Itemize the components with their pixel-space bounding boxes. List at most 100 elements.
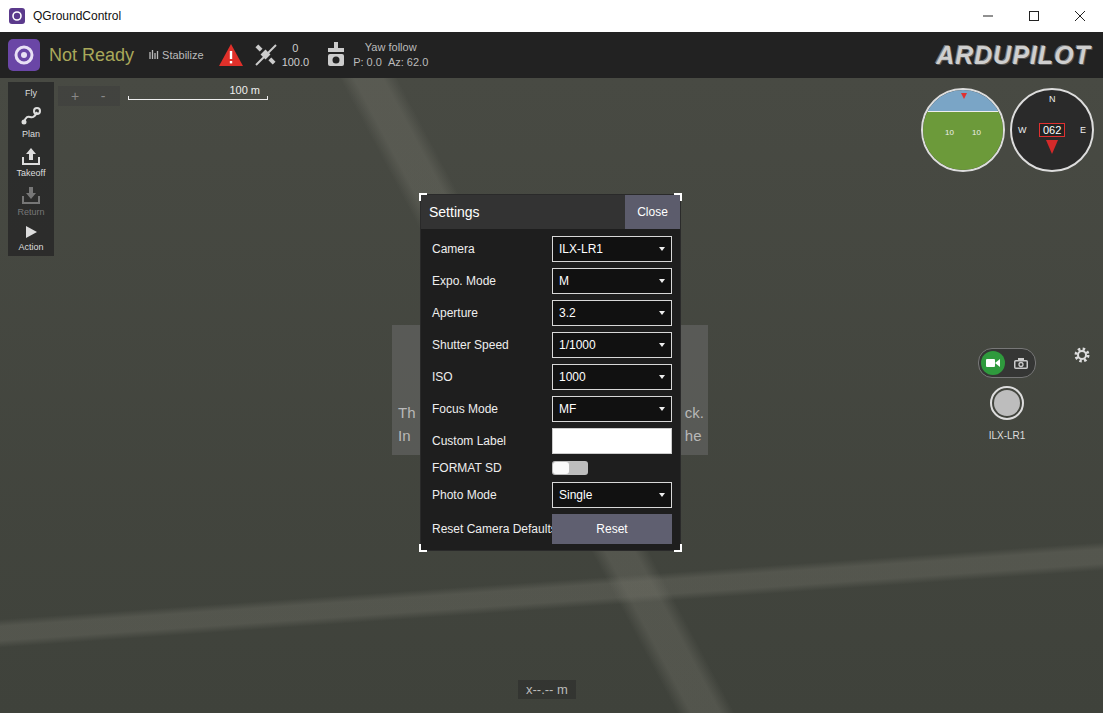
setting-row: Photo Mode Single [432,479,672,511]
vehicle-status[interactable]: Not Ready [49,45,134,66]
plan-icon [20,106,42,126]
tool-label: Action [18,242,43,252]
tool-label: Fly [25,88,37,98]
setting-label: Focus Mode [432,402,552,416]
setting-dropdown[interactable]: ILX-LR1 [552,236,672,262]
tool-button[interactable]: Takeoff [17,147,46,178]
close-window-button[interactable] [1057,0,1103,32]
setting-dropdown[interactable]: 1/1000 [552,332,672,358]
pitch-tick: 10 [972,128,981,170]
flight-mode[interactable]: Stabilize [149,49,204,61]
scale-bar [128,96,268,100]
camera-mode[interactable] [981,351,1005,375]
satellite-count: 0 [292,41,298,55]
dropdown-value: Single [559,488,659,502]
map-view[interactable]: FlyPlanTakeoffReturnAction+-100 m1010NEW… [0,78,1103,713]
setting-label: Aperture [432,306,552,320]
heading-pointer-icon [1046,140,1058,154]
setting-row: Expo. ModeM [432,265,672,297]
tool-strip: Fly Plan Takeoff Return Action [8,82,54,256]
warning-icon[interactable] [218,43,244,67]
title-bar: QGroundControl [0,0,1103,32]
compass: NEW062 [1010,88,1094,172]
gimbal-mode: Yaw follow [365,40,417,55]
qgc-menu-button[interactable] [8,39,40,71]
dropdown-value: 3.2 [559,306,659,320]
setting-dropdown[interactable]: Single [552,482,672,508]
setting-label: Camera [432,242,552,256]
tool-button[interactable]: Action [18,225,43,252]
return-icon [21,186,41,204]
settings-dialog: SettingsCloseCameraILX-LR1Expo. ModeMApe… [421,195,680,550]
setting-row: Custom Label [432,425,672,457]
setting-row: Shutter Speed1/1000 [432,329,672,361]
setting-label: Photo Mode [432,488,552,502]
camera-mode-switch[interactable] [978,348,1036,378]
zoom-controls: +- [58,86,120,106]
message-fragment: In [398,424,416,447]
maximize-button[interactable] [1011,0,1057,32]
gear-icon[interactable] [1074,347,1090,363]
reset-button[interactable]: Reset [552,514,672,544]
pitch-tick: 10 [945,128,954,170]
setting-dropdown[interactable]: M [552,268,672,294]
gimbal-icon [325,42,347,68]
scale-label: 100 m [229,84,268,96]
dropdown-arrow-icon [659,407,665,411]
setting-row: Focus Mode MF [432,393,672,425]
minimize-button[interactable] [965,0,1011,32]
zoom-in-button[interactable]: + [68,88,82,104]
toggle-knob [553,462,569,474]
dropdown-value: 1/1000 [559,338,659,352]
compass-west: W [1018,125,1027,135]
shutter-button[interactable] [990,386,1024,420]
zoom-out-button[interactable]: - [96,88,110,104]
tool-label: Return [17,207,44,217]
attitude-indicator: 10 10 [921,88,1005,172]
tool-label: Plan [22,129,40,139]
setting-label: FORMAT SD [432,461,552,475]
gimbal-azimuth: Az: 62.0 [388,55,428,70]
setting-dropdown[interactable]: MF [552,396,672,422]
gimbal-pitch: P: 0.0 [353,55,382,70]
setting-label: ISO [432,370,552,384]
tool-button[interactable]: Plan [20,106,42,139]
dialog-header: SettingsClose [421,195,680,229]
attitude-ground: 10 10 [923,111,1003,170]
heading-readout: 062 [1039,123,1065,137]
setting-label: Custom Label [432,434,552,448]
qgc-window: QGroundControl Not Ready Stabilize 0100.0 Ya… [0,0,1103,713]
setting-dropdown[interactable]: 1000 [552,364,672,390]
dropdown-arrow-icon [659,375,665,379]
qgc-logo-icon [8,39,40,71]
tool-label: Takeoff [17,168,46,178]
map-scale: 100 m [128,84,268,100]
maximize-icon [1029,11,1039,21]
dropdown-arrow-icon [659,493,665,497]
dropdown-arrow-icon [659,247,665,251]
setting-row: Reset Camera DefaultsReset [432,511,672,547]
tool-button[interactable]: Return [17,186,44,217]
distance-readout: x--.-- m [518,680,576,699]
camera-mode[interactable] [1009,351,1033,375]
dropdown-arrow-icon [659,279,665,283]
window-title: QGroundControl [33,9,121,23]
gimbal-status[interactable]: Yaw followP: 0.0 Az: 62.0 [325,40,428,70]
tool-button[interactable]: Fly [25,88,37,98]
text-field[interactable] [552,428,672,454]
mode-icon [149,50,159,60]
close-button[interactable]: Close [625,195,680,229]
setting-row: FORMAT SD [432,457,672,479]
camera-name: ILX-LR1 [967,430,1047,441]
setting-row: Aperture 3.2 [432,297,672,329]
dropdown-value: M [559,274,659,288]
compass-north: N [1049,94,1056,104]
flight-mode-label: Stabilize [162,49,204,61]
satellite-icon [254,43,278,67]
dropdown-arrow-icon [659,311,665,315]
gps-status[interactable]: 0100.0 [254,41,310,69]
toggle-switch[interactable] [552,461,588,475]
dropdown-value: MF [559,402,659,416]
dialog-title: Settings [421,195,625,229]
setting-dropdown[interactable]: 3.2 [552,300,672,326]
